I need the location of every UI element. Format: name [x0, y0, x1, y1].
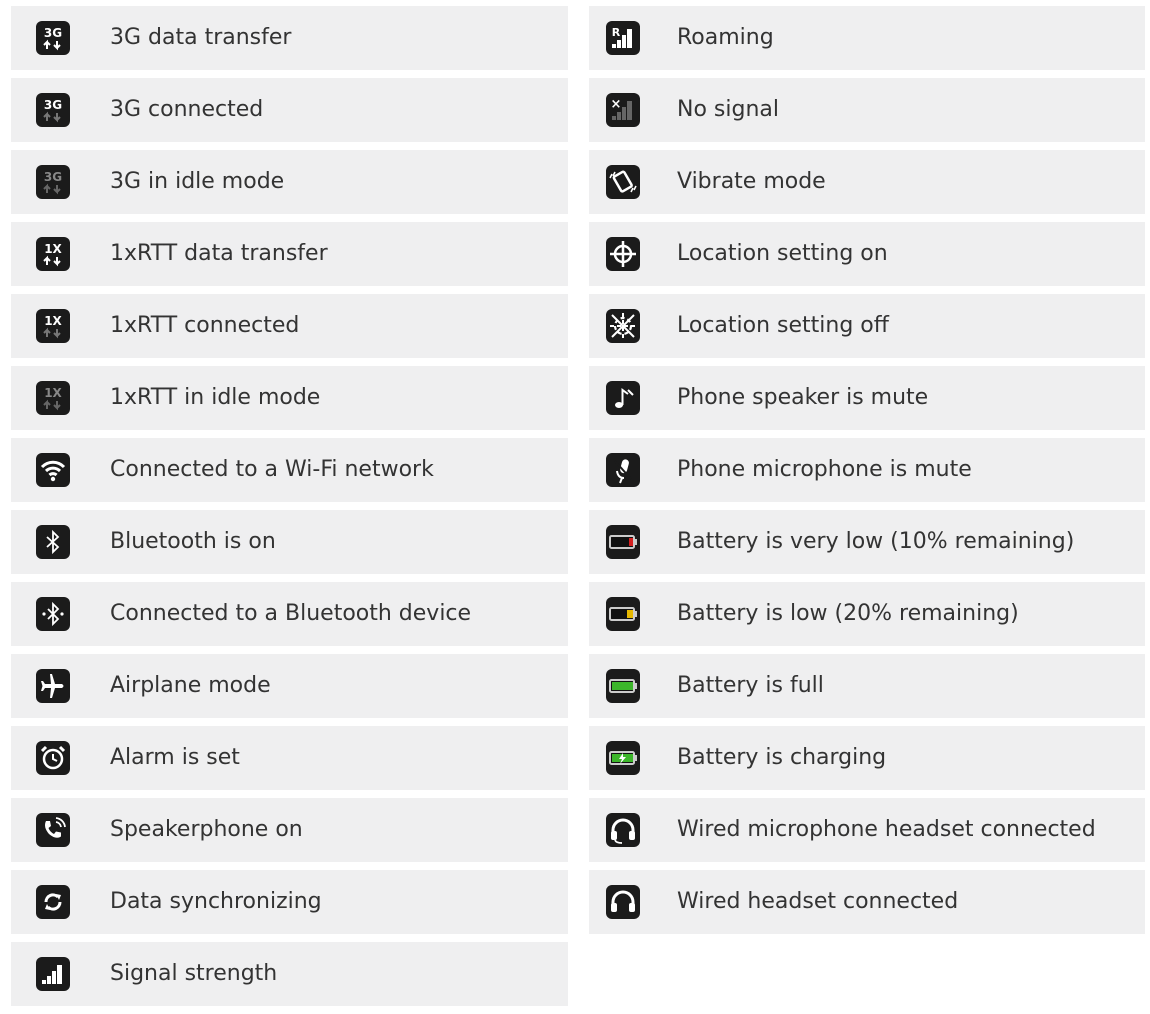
- status-icons-left-column: 3G 3G data transfer 3G 3G connected 3G 3: [11, 6, 568, 1014]
- list-item: Wired headset connected: [589, 870, 1145, 934]
- list-item: Airplane mode: [11, 654, 568, 718]
- list-item-label: 3G in idle mode: [110, 169, 285, 194]
- no-signal-icon: ×: [606, 93, 640, 127]
- battery-very-low-icon: [606, 525, 640, 559]
- svg-text:3G: 3G: [44, 26, 62, 40]
- list-item-label: 1xRTT data transfer: [110, 241, 328, 266]
- list-item-label: Location setting on: [677, 241, 888, 266]
- list-item-label: Battery is very low (10% remaining): [677, 529, 1075, 554]
- list-item-label: Connected to a Bluetooth device: [110, 601, 472, 626]
- 1xrtt-connected-icon: 1X: [36, 309, 70, 343]
- list-item: Location setting off: [589, 294, 1145, 358]
- 1xrtt-data-transfer-icon: 1X: [36, 237, 70, 271]
- list-item: × No signal: [589, 78, 1145, 142]
- wifi-icon: [36, 453, 70, 487]
- list-item-label: 3G data transfer: [110, 25, 292, 50]
- battery-full-icon: [606, 669, 640, 703]
- list-item: Connected to a Bluetooth device: [11, 582, 568, 646]
- list-item: Signal strength: [11, 942, 568, 1006]
- svg-text:1X: 1X: [44, 386, 62, 400]
- 1xrtt-idle-icon: 1X: [36, 381, 70, 415]
- headset-mic-icon: [606, 813, 640, 847]
- list-item-label: Wired microphone headset connected: [677, 817, 1096, 842]
- list-item: Bluetooth is on: [11, 510, 568, 574]
- 3g-connected-icon: 3G: [36, 93, 70, 127]
- list-item: Battery is low (20% remaining): [589, 582, 1145, 646]
- list-item: 3G 3G in idle mode: [11, 150, 568, 214]
- list-item: Wired microphone headset connected: [589, 798, 1145, 862]
- battery-charging-icon: [606, 741, 640, 775]
- list-item-label: 3G connected: [110, 97, 264, 122]
- list-item: Phone microphone is mute: [589, 438, 1145, 502]
- list-item: Battery is charging: [589, 726, 1145, 790]
- list-item: Phone speaker is mute: [589, 366, 1145, 430]
- status-icons-right-column: R Roaming × No signal Vibrate mode Locat…: [589, 6, 1145, 942]
- list-item: Battery is full: [589, 654, 1145, 718]
- list-item-label: Connected to a Wi-Fi network: [110, 457, 434, 482]
- sync-icon: [36, 885, 70, 919]
- list-item: R Roaming: [589, 6, 1145, 70]
- list-item-label: Battery is full: [677, 673, 824, 698]
- bluetooth-icon: [36, 525, 70, 559]
- list-item: 1X 1xRTT in idle mode: [11, 366, 568, 430]
- list-item-label: Airplane mode: [110, 673, 271, 698]
- list-item: Connected to a Wi-Fi network: [11, 438, 568, 502]
- list-item: 1X 1xRTT data transfer: [11, 222, 568, 286]
- list-item: Speakerphone on: [11, 798, 568, 862]
- vibrate-icon: [606, 165, 640, 199]
- list-item: 3G 3G data transfer: [11, 6, 568, 70]
- list-item: 1X 1xRTT connected: [11, 294, 568, 358]
- battery-low-icon: [606, 597, 640, 631]
- list-item: Location setting on: [589, 222, 1145, 286]
- list-item-label: 1xRTT in idle mode: [110, 385, 321, 410]
- list-item-label: Battery is low (20% remaining): [677, 601, 1019, 626]
- alarm-icon: [36, 741, 70, 775]
- roaming-icon: R: [606, 21, 640, 55]
- list-item-label: Battery is charging: [677, 745, 887, 770]
- list-item-label: Speakerphone on: [110, 817, 303, 842]
- list-item-label: Signal strength: [110, 961, 278, 986]
- svg-text:R: R: [612, 26, 621, 39]
- svg-text:3G: 3G: [44, 170, 62, 184]
- list-item: Data synchronizing: [11, 870, 568, 934]
- microphone-mute-icon: [606, 453, 640, 487]
- list-item-label: No signal: [677, 97, 779, 122]
- bluetooth-connected-icon: [36, 597, 70, 631]
- airplane-icon: [36, 669, 70, 703]
- 3g-data-transfer-icon: 3G: [36, 21, 70, 55]
- list-item: Vibrate mode: [589, 150, 1145, 214]
- list-item-label: Alarm is set: [110, 745, 240, 770]
- svg-text:1X: 1X: [44, 314, 62, 328]
- headset-icon: [606, 885, 640, 919]
- list-item: 3G 3G connected: [11, 78, 568, 142]
- list-item: Battery is very low (10% remaining): [589, 510, 1145, 574]
- location-on-icon: [606, 237, 640, 271]
- list-item-label: Wired headset connected: [677, 889, 959, 914]
- list-item-label: Vibrate mode: [677, 169, 826, 194]
- speakerphone-icon: [36, 813, 70, 847]
- list-item-label: Location setting off: [677, 313, 889, 338]
- list-item-label: Roaming: [677, 25, 774, 50]
- list-item-label: 1xRTT connected: [110, 313, 300, 338]
- location-off-icon: [606, 309, 640, 343]
- list-item-label: Data synchronizing: [110, 889, 322, 914]
- 3g-idle-icon: 3G: [36, 165, 70, 199]
- svg-text:3G: 3G: [44, 98, 62, 112]
- svg-text:1X: 1X: [44, 242, 62, 256]
- speaker-mute-icon: [606, 381, 640, 415]
- list-item-label: Phone speaker is mute: [677, 385, 929, 410]
- list-item-label: Phone microphone is mute: [677, 457, 972, 482]
- signal-strength-icon: [36, 957, 70, 991]
- list-item-label: Bluetooth is on: [110, 529, 276, 554]
- list-item: Alarm is set: [11, 726, 568, 790]
- svg-text:×: ×: [611, 97, 622, 112]
